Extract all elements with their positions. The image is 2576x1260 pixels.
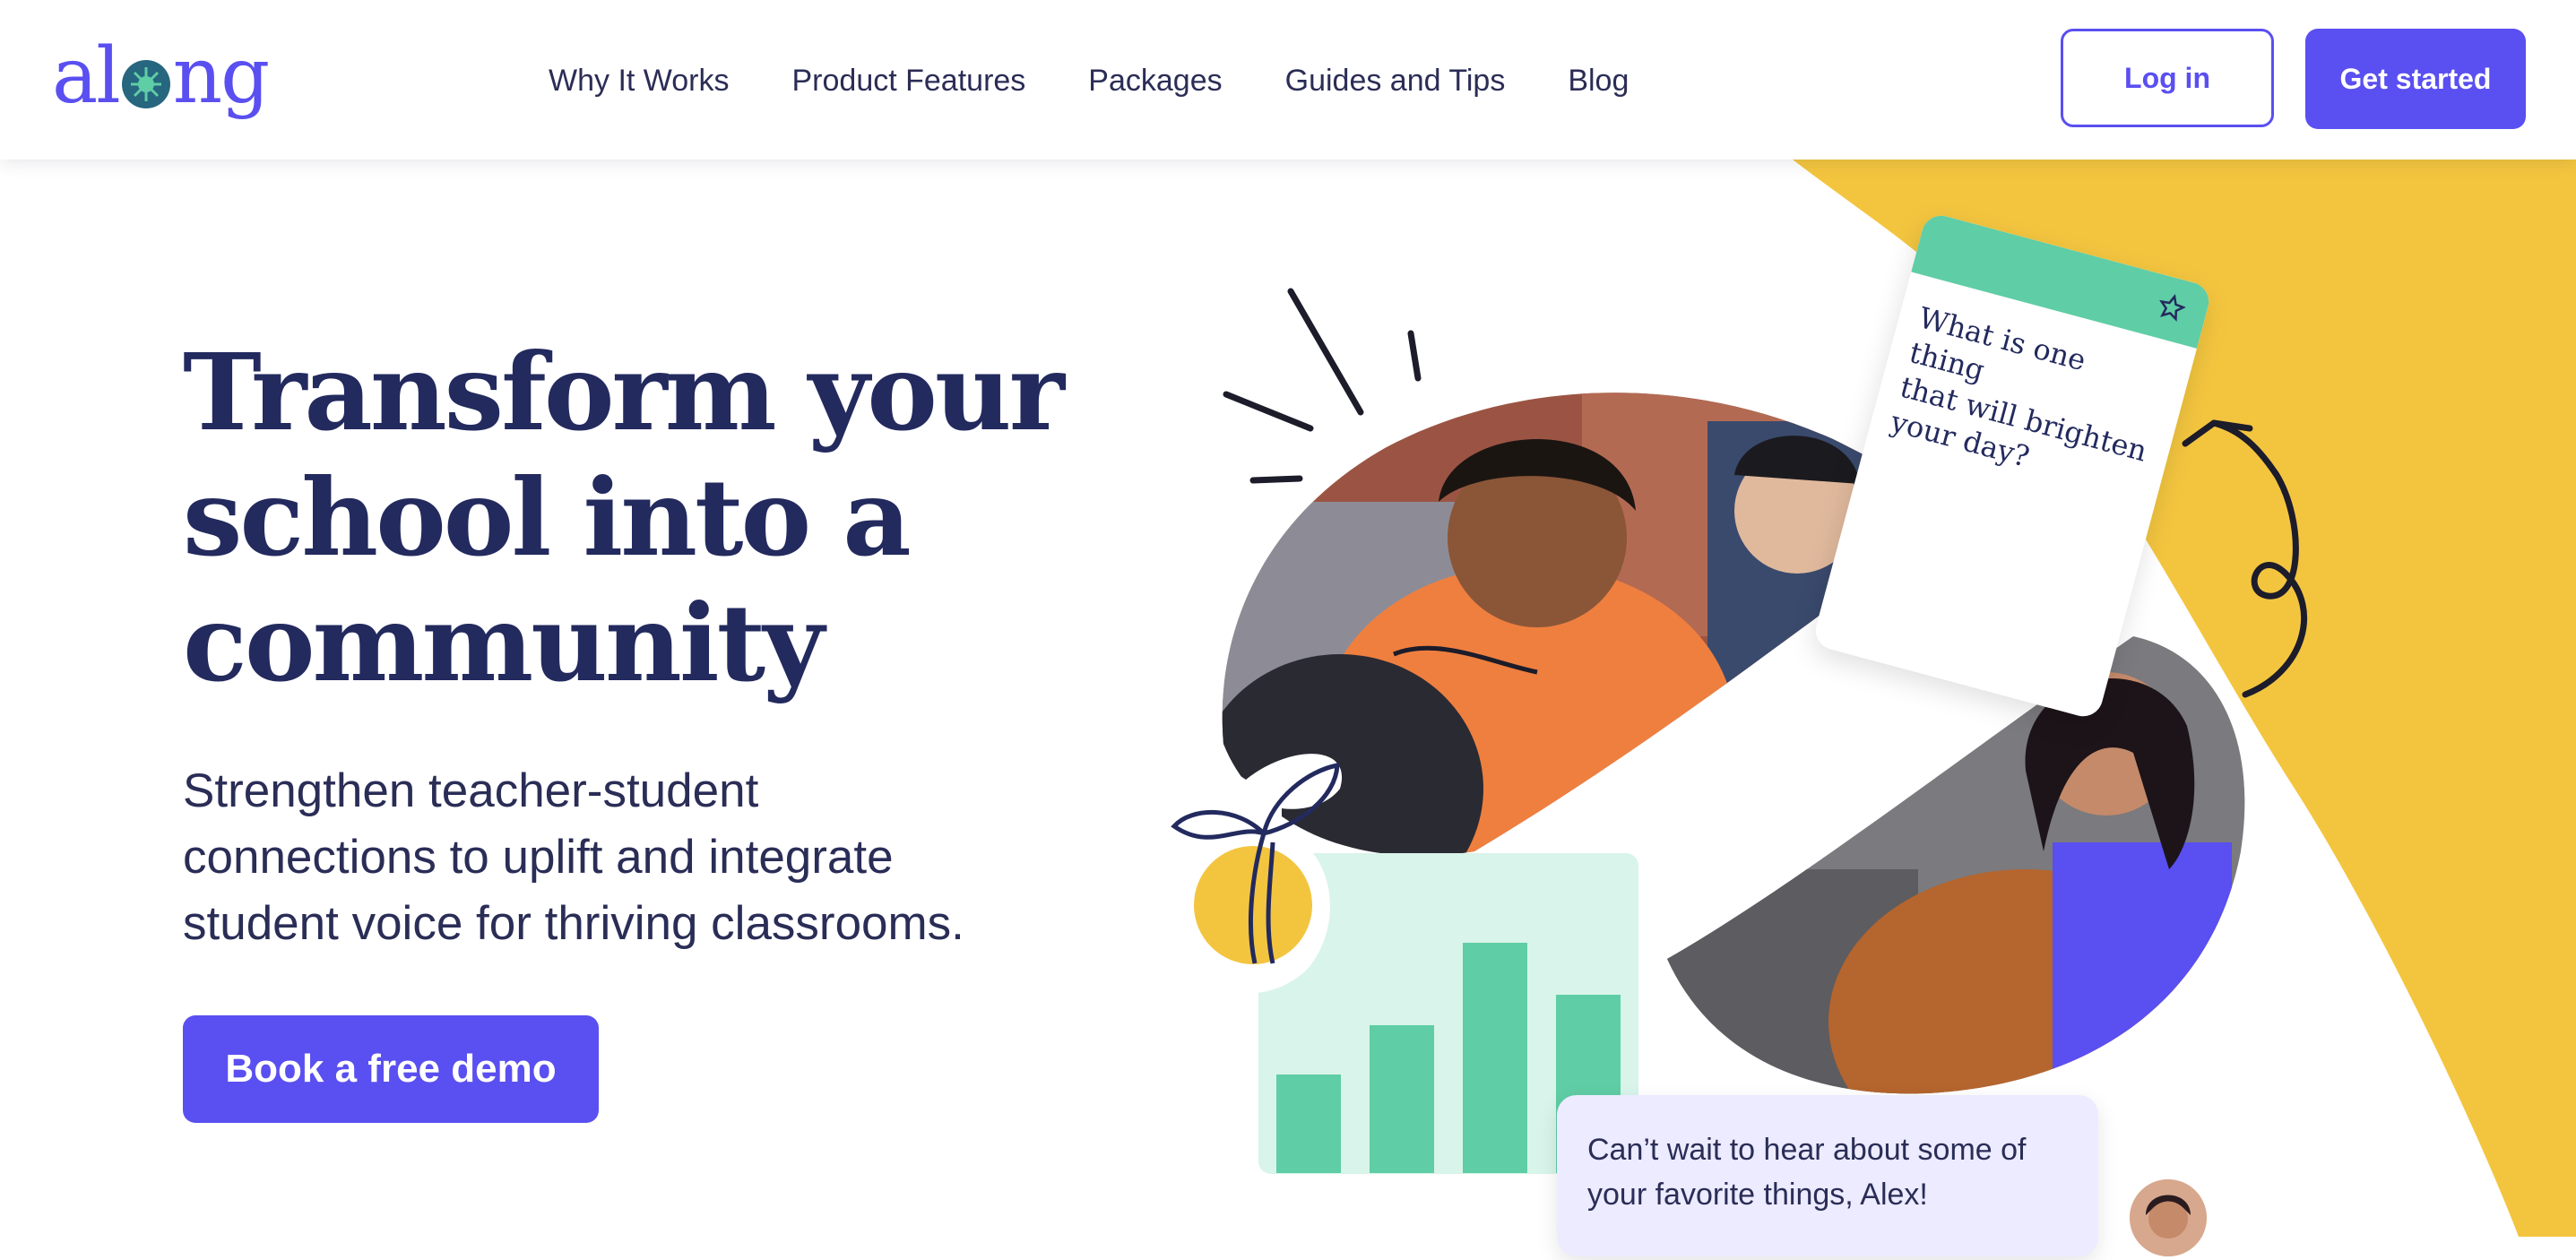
teacher-avatar [2126,1176,2210,1260]
hero-title-line: community [183,581,825,705]
hero-title-line: school into a [183,455,912,580]
message-text: Can’t wait to hear about some of your fa… [1587,1127,2071,1217]
leaf-globe-icon [121,60,170,108]
message-line: your favorite things, Alex! [1587,1178,1928,1212]
hero-title: Transform your school into a community [183,330,1079,706]
hero-subtitle-line: student voice for thriving classrooms. [183,897,964,950]
curved-arrow-doodle [2182,419,2308,698]
nav-why-it-works[interactable]: Why It Works [549,54,730,108]
sprout-icon [1163,754,1343,994]
chart-bar [1276,1074,1341,1173]
hero-title-line: Transform your [183,330,1065,454]
message-bubble: Can’t wait to hear about some of your fa… [1557,1095,2098,1256]
sparkle-lines-doodle [1223,288,1422,484]
hero-subtitle-line: connections to uplift and integrate [183,831,894,884]
teacher-photo [1667,636,2245,1094]
login-button[interactable]: Log in [2061,29,2274,127]
main-nav: Why It Works Product Features Packages G… [549,54,1629,108]
book-demo-button[interactable]: Book a free demo [183,1015,599,1123]
site-header: al ng Why It Works Product Features Pack… [0,0,2576,160]
chart-bar [1370,1025,1434,1173]
nav-guides-and-tips[interactable]: Guides and Tips [1285,54,1506,108]
star-icon[interactable] [2155,291,2188,324]
message-line: Can’t wait to hear about some of [1587,1133,2027,1167]
chart-bar [1463,943,1527,1173]
along-logo[interactable]: al ng [52,27,270,125]
get-started-button[interactable]: Get started [2305,29,2526,129]
nav-packages[interactable]: Packages [1088,54,1222,108]
hero-subtitle: Strengthen teacher-student connections t… [183,758,1079,957]
hero-subtitle-line: Strengthen teacher-student [183,764,759,817]
nav-blog[interactable]: Blog [1568,54,1629,108]
nav-product-features[interactable]: Product Features [792,54,1026,108]
avatar-portrait [2130,1179,2207,1256]
